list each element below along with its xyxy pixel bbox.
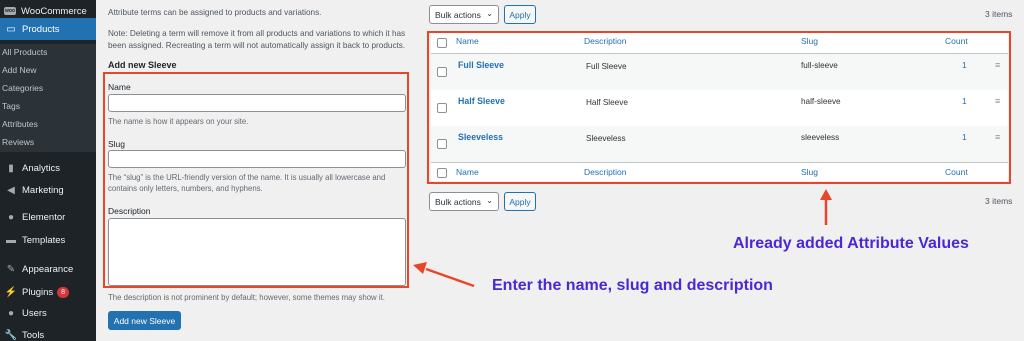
form-annotation-caption: Enter the name, slug and description [492,277,773,294]
arrow-up-head-icon [820,189,832,200]
table-annotation-caption: Already added Attribute Values [733,235,969,252]
arrow-left-line [425,267,475,288]
arrow-left-head-icon [413,262,427,274]
